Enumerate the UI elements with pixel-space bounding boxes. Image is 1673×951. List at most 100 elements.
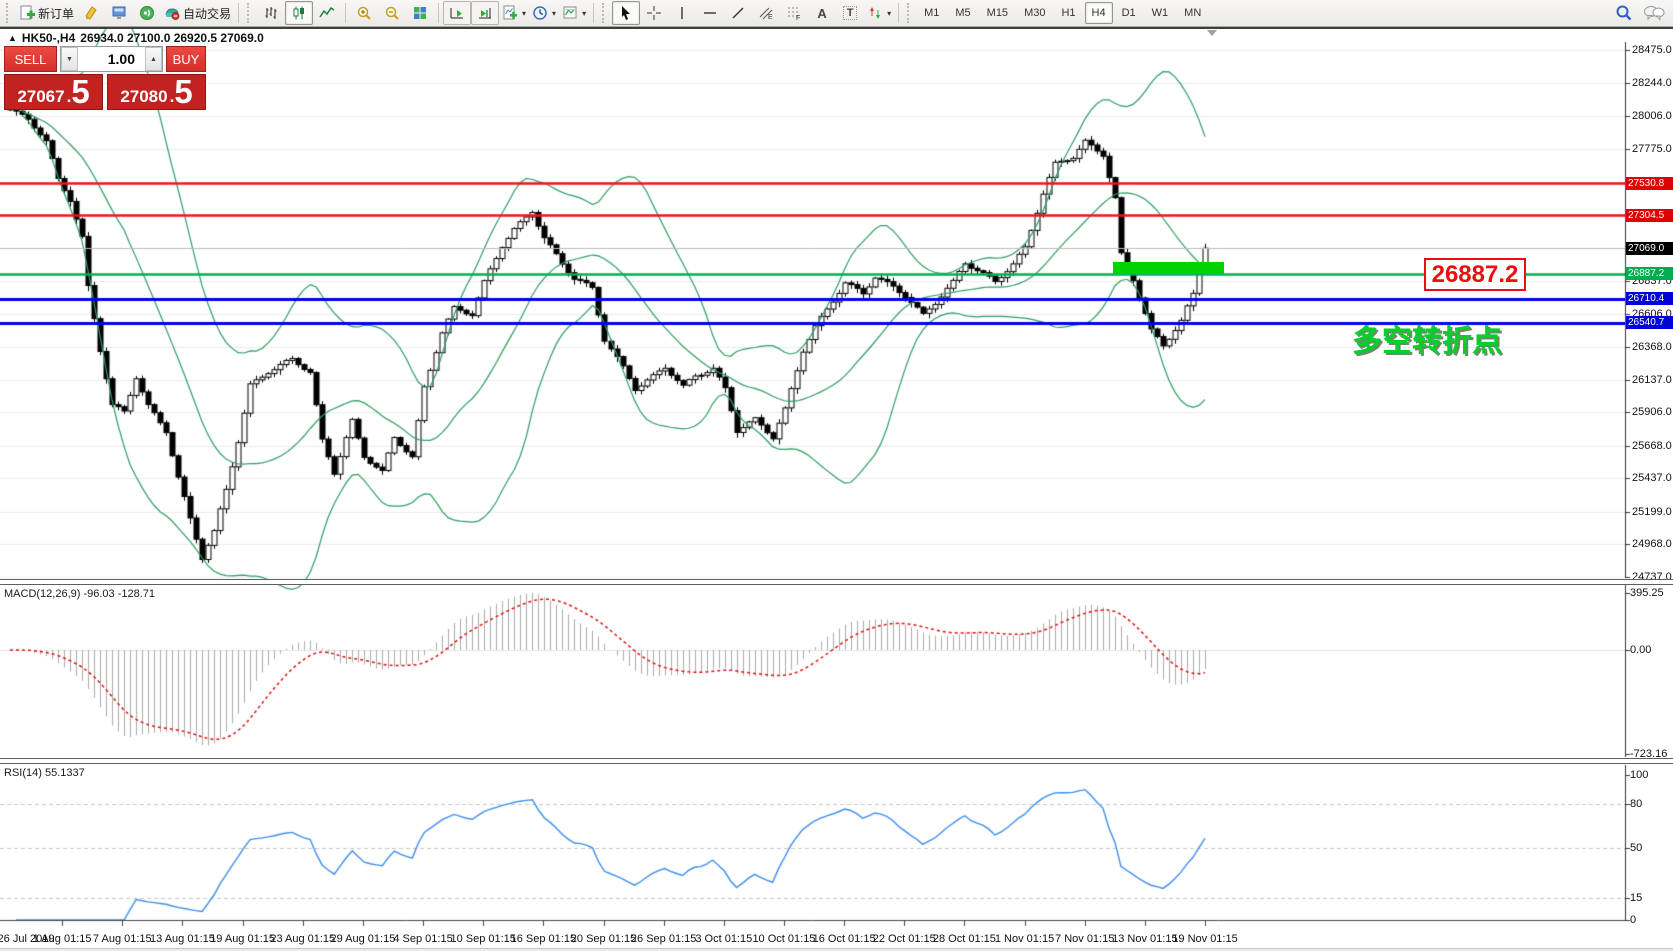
auto-trading-icon: [164, 5, 180, 21]
zoom-in-button[interactable]: [350, 1, 378, 25]
arrows-tool-button[interactable]: ▾: [864, 1, 894, 25]
templates-button[interactable]: ▾: [559, 1, 589, 25]
trendline-tool-button[interactable]: [724, 1, 752, 25]
periods-caret-icon: ▾: [552, 9, 556, 18]
terminal-icon: [111, 5, 127, 21]
metaeditor-icon: [83, 5, 99, 21]
volume-increase-button[interactable]: ▲: [145, 47, 162, 71]
toolbar-grip: [907, 3, 913, 23]
channel-tool-button[interactable]: E: [752, 1, 780, 25]
chart-canvas[interactable]: [0, 0, 1673, 951]
indicators-button[interactable]: ▾: [499, 1, 529, 25]
sell-price-frac: 5: [71, 77, 89, 107]
line-chart-icon: [319, 5, 335, 21]
volume-stepper: ▼ ▲: [60, 46, 163, 72]
sell-button[interactable]: SELL: [4, 46, 57, 72]
new-order-label: 新订单: [38, 5, 74, 22]
toolbar-grip: [602, 3, 608, 23]
fibonacci-tool-button[interactable]: F: [780, 1, 808, 25]
price-callout-box[interactable]: 26887.2: [1424, 258, 1526, 291]
timeframe-h4-button[interactable]: H4: [1085, 2, 1113, 24]
auto-trading-label: 自动交易: [183, 5, 231, 22]
periods-clock-icon: [532, 5, 548, 21]
chart-window-top-border: [0, 27, 1673, 29]
horizontal-line-icon: [702, 5, 718, 21]
macd-indicator-label: MACD(12,26,9) -96.03 -128.71: [4, 588, 155, 600]
one-click-trade-panel: SELL ▼ ▲ BUY 27067.5 27080.5: [4, 46, 206, 110]
zoom-out-button[interactable]: [378, 1, 406, 25]
arrows-icon: [867, 5, 883, 21]
toolbar-grip: [247, 3, 253, 23]
fibonacci-icon: F: [786, 5, 802, 21]
terminal-button[interactable]: [105, 1, 133, 25]
timeframe-bar: M1M5M15M30H1H4D1W1MN: [917, 2, 1208, 24]
candlestick-chart-button[interactable]: [285, 1, 313, 25]
new-order-icon: [19, 5, 35, 21]
text-tool-icon: A: [817, 6, 826, 21]
toolbar-separator: [593, 3, 594, 23]
svg-text:E: E: [768, 14, 773, 21]
templates-caret-icon: ▾: [582, 9, 586, 18]
buy-price-box[interactable]: 27080.5: [107, 74, 206, 110]
chart-shift-button[interactable]: [471, 1, 499, 25]
periods-button[interactable]: ▾: [529, 1, 559, 25]
crosshair-tool-button[interactable]: [640, 1, 668, 25]
pane-splitter-macd[interactable]: [0, 579, 1673, 585]
toolbar: 新订单 自动交易: [0, 0, 1673, 27]
new-order-button[interactable]: 新订单: [16, 1, 77, 25]
tile-windows-button[interactable]: [406, 1, 434, 25]
timeframe-mn-button[interactable]: MN: [1177, 2, 1208, 24]
metaeditor-button[interactable]: [77, 1, 105, 25]
vertical-line-icon: [674, 5, 690, 21]
timeframe-m30-button[interactable]: M30: [1017, 2, 1052, 24]
arrows-caret-icon: ▾: [887, 9, 891, 18]
timeframe-d1-button[interactable]: D1: [1115, 2, 1143, 24]
line-chart-button[interactable]: [313, 1, 341, 25]
vertical-line-tool-button[interactable]: [668, 1, 696, 25]
timeframe-m5-button[interactable]: M5: [948, 2, 977, 24]
chart-shift-icon: [477, 5, 493, 21]
cursor-tool-button[interactable]: [612, 1, 640, 25]
timeframe-m15-button[interactable]: M15: [980, 2, 1015, 24]
toolbar-separator: [238, 3, 239, 23]
volume-decrease-button[interactable]: ▼: [61, 47, 78, 71]
signals-button[interactable]: [133, 1, 161, 25]
buy-button[interactable]: BUY: [166, 46, 206, 72]
search-icon[interactable]: [1615, 4, 1633, 22]
timeframe-w1-button[interactable]: W1: [1145, 2, 1176, 24]
bar-chart-button[interactable]: [257, 1, 285, 25]
text-tool-button[interactable]: A: [808, 1, 836, 25]
text-label-tool-icon: T: [843, 6, 858, 20]
auto-trading-button[interactable]: 自动交易: [161, 1, 234, 25]
toolbar-separator: [898, 3, 899, 23]
bar-chart-icon: [263, 5, 279, 21]
equidistant-channel-icon: E: [758, 5, 774, 21]
tile-windows-icon: [412, 5, 428, 21]
green-highlight-rectangle[interactable]: [1113, 262, 1224, 274]
auto-scroll-icon: [449, 5, 465, 21]
toolbar-separator: [345, 3, 346, 23]
pane-splitter-rsi[interactable]: [0, 758, 1673, 764]
volume-input[interactable]: [78, 47, 145, 71]
trendline-icon: [730, 5, 746, 21]
chat-icon[interactable]: [1643, 5, 1665, 21]
collapse-panel-icon[interactable]: ▲: [8, 33, 17, 43]
sell-price-int: 27067: [17, 87, 64, 107]
sell-price-box[interactable]: 27067.5: [4, 74, 103, 110]
timeframe-h1-button[interactable]: H1: [1054, 2, 1082, 24]
cursor-icon: [618, 5, 634, 21]
horizontal-line-tool-button[interactable]: [696, 1, 724, 25]
turning-point-note[interactable]: 多空转折点: [1352, 316, 1502, 360]
toolbar-grip: [6, 3, 12, 23]
timeframe-m1-button[interactable]: M1: [917, 2, 946, 24]
chart-symbol-period: HK50-,H4: [22, 31, 75, 45]
buy-price-int: 27080: [120, 87, 167, 107]
last-bar-marker-icon: [1207, 30, 1217, 36]
toolbar-separator: [438, 3, 439, 23]
indicators-icon: [502, 5, 518, 21]
mt4-window: 新订单 自动交易: [0, 0, 1673, 951]
candlestick-chart-icon: [291, 5, 307, 21]
chart-title: ▲ HK50-,H4 26934.0 27100.0 26920.5 27069…: [8, 31, 264, 45]
text-label-tool-button[interactable]: T: [836, 1, 864, 25]
auto-scroll-button[interactable]: [443, 1, 471, 25]
